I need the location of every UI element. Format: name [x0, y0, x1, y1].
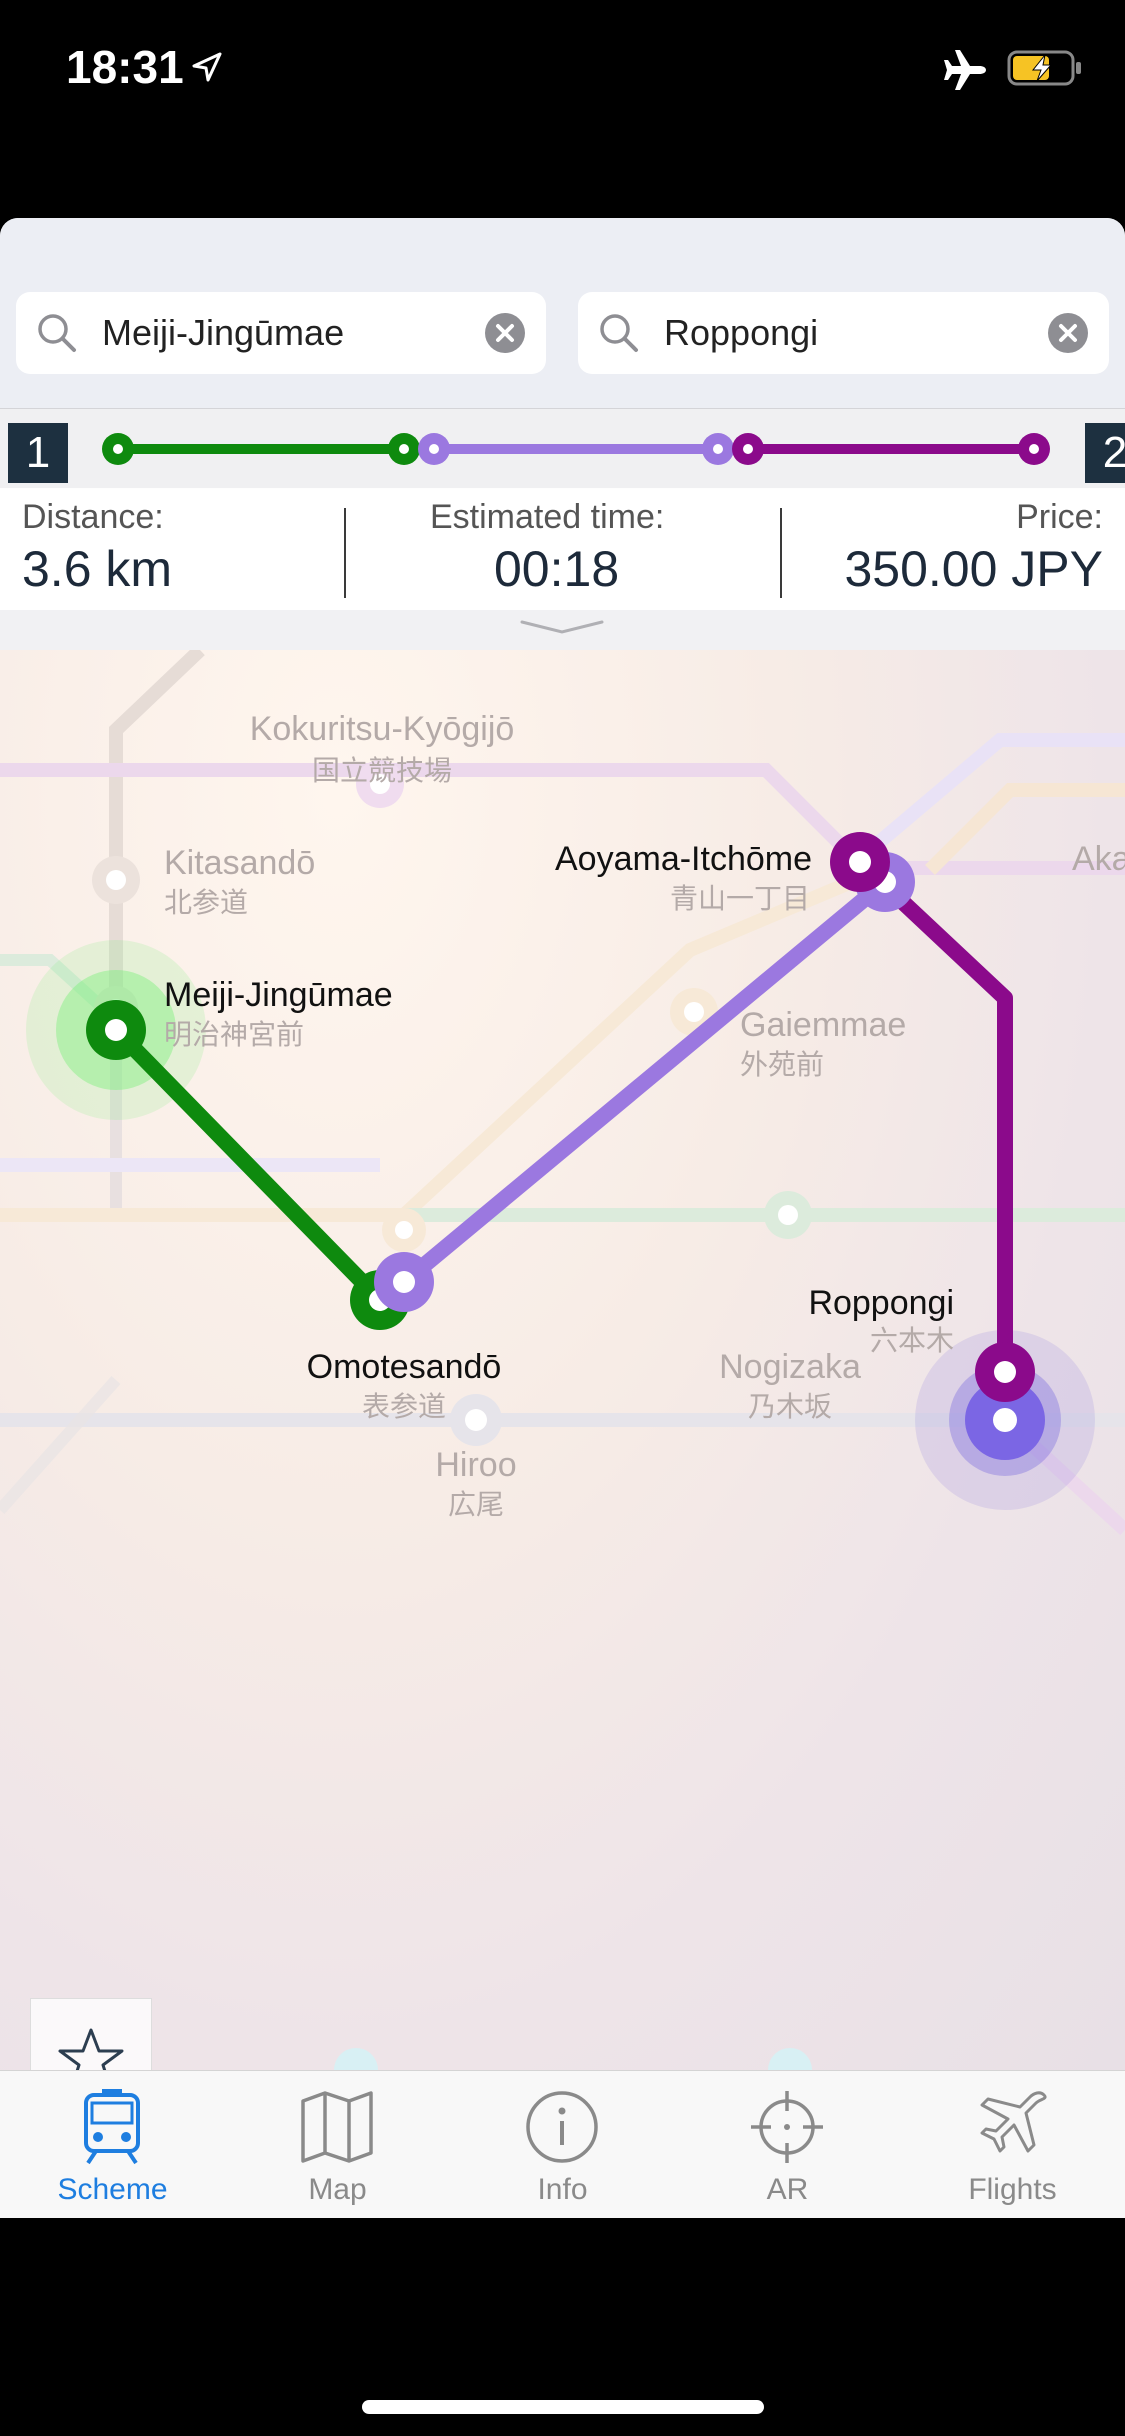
tab-info[interactable]: Info	[450, 2071, 675, 2218]
airplane-mode-icon	[944, 50, 986, 90]
station-omotesando-jp: 表参道	[362, 1390, 446, 1423]
station-gaiemmae-jp: 外苑前	[740, 1048, 824, 1081]
station-meiji-en[interactable]: Meiji-Jingūmae	[164, 976, 393, 1014]
distance-label: Distance:	[22, 498, 164, 536]
time-label: Estimated time:	[430, 498, 665, 536]
station-hiroo-jp: 広尾	[448, 1488, 504, 1521]
tab-bar: Scheme Map Info AR Flights	[0, 2070, 1125, 2218]
station-nogizaka-en[interactable]: Nogizaka	[719, 1348, 861, 1386]
search-icon	[600, 314, 638, 352]
tab-ar[interactable]: AR	[675, 2071, 900, 2218]
search-icon	[38, 314, 76, 352]
route-line-diagram	[102, 433, 1050, 465]
to-search-value[interactable]: Roppongi	[664, 312, 818, 354]
station-aoyama-jp: 青山一丁目	[670, 882, 810, 915]
map-icon	[301, 2091, 373, 2163]
from-search-field[interactable]: Meiji-Jingūmae	[16, 292, 546, 374]
station-kokuritsu-en[interactable]: Kokuritsu-Kyōgijō	[250, 710, 515, 748]
tab-flights[interactable]: Flights	[900, 2071, 1125, 2218]
stats-divider	[344, 508, 346, 598]
station-aoyama-en[interactable]: Aoyama-Itchōme	[555, 840, 812, 878]
status-time: 18:31	[66, 41, 184, 93]
station-roppongi-jp: 六本木	[870, 1324, 954, 1357]
crosshair-icon	[751, 2091, 823, 2163]
clear-icon[interactable]	[484, 312, 526, 354]
time-value: 00:18	[494, 541, 620, 597]
app-sheet: Meiji-Jingūmae Roppongi 1 2 Distance: 3.…	[0, 218, 1125, 2218]
metro-map[interactable]: Kokuritsu-Kyōgijō 国立競技場 Kitasandō 北参道 Me…	[0, 650, 1125, 2070]
tab-info-label: Info	[537, 2173, 588, 2206]
train-icon	[84, 2089, 140, 2165]
price-label: Price:	[1016, 498, 1103, 536]
stats-divider	[780, 508, 782, 598]
station-roppongi-en[interactable]: Roppongi	[808, 1284, 954, 1322]
station-aka-clipped-en[interactable]: Aka	[1072, 840, 1125, 878]
tab-map[interactable]: Map	[225, 2071, 450, 2218]
station-nogizaka-jp: 乃木坂	[748, 1390, 832, 1423]
star-icon	[58, 2028, 124, 2070]
distance-value: 3.6 km	[22, 541, 173, 597]
search-row: Meiji-Jingūmae Roppongi	[0, 218, 1125, 408]
station-hiroo-en[interactable]: Hiroo	[435, 1446, 516, 1484]
route-stats: Distance: 3.6 km Estimated time: 00:18 P…	[0, 488, 1125, 610]
tab-map-label: Map	[308, 2173, 367, 2206]
location-arrow-icon	[192, 52, 222, 82]
station-kitasando-jp: 北参道	[164, 886, 248, 919]
price-value: 350.00 JPY	[844, 541, 1103, 597]
airplane-icon	[980, 2091, 1047, 2153]
metro-map-lines: Kokuritsu-Kyōgijō 国立競技場 Kitasandō 北参道 Me…	[0, 650, 1125, 2070]
home-indicator[interactable]	[362, 2400, 764, 2414]
battery-charging-icon	[1007, 50, 1081, 86]
tab-ar-label: AR	[766, 2173, 809, 2206]
favorite-button[interactable]	[30, 1998, 152, 2070]
clear-icon[interactable]	[1047, 312, 1089, 354]
to-search-field[interactable]: Roppongi	[578, 292, 1109, 374]
tab-scheme[interactable]: Scheme	[0, 2071, 225, 2218]
chevron-down-icon	[520, 620, 604, 634]
station-meiji-jp: 明治神宮前	[164, 1018, 304, 1051]
from-search-value[interactable]: Meiji-Jingūmae	[102, 312, 344, 354]
info-icon	[526, 2091, 598, 2163]
route-index-next[interactable]: 2	[1085, 423, 1125, 483]
station-kitasando-en[interactable]: Kitasandō	[164, 844, 315, 882]
tab-flights-label: Flights	[968, 2173, 1057, 2206]
status-bar: 18:31	[0, 0, 1125, 140]
station-gaiemmae-en[interactable]: Gaiemmae	[740, 1006, 906, 1044]
tab-scheme-label: Scheme	[57, 2173, 168, 2206]
station-omotesando-en[interactable]: Omotesandō	[307, 1348, 502, 1386]
station-kokuritsu-jp: 国立競技場	[312, 754, 452, 787]
collapse-handle[interactable]	[0, 610, 1125, 651]
route-bar[interactable]: 1 2	[0, 408, 1125, 489]
